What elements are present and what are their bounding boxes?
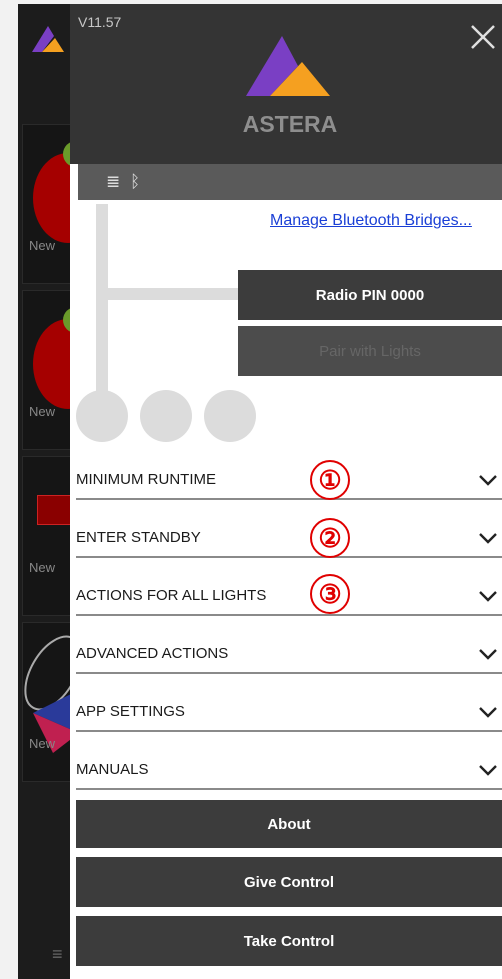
bluetooth-status-bar: ≣ ᛒ <box>78 164 502 200</box>
about-button[interactable]: About <box>76 800 502 848</box>
chevron-down-icon <box>479 475 497 486</box>
light-node <box>204 390 256 442</box>
section-manuals[interactable]: MANUALS <box>76 734 502 790</box>
chevron-down-icon <box>479 765 497 776</box>
chevron-down-icon <box>479 591 497 602</box>
light-node <box>76 390 128 442</box>
drawer-header: V11.57 ASTERA <box>70 4 502 164</box>
chevron-down-icon <box>479 649 497 660</box>
bluetooth-off-icon: ᛒ <box>130 172 141 191</box>
annotation-marker-1: ① <box>310 460 350 500</box>
section-advanced-actions[interactable]: ADVANCED ACTIONS <box>76 618 502 674</box>
chevron-down-icon <box>479 533 497 544</box>
manage-bluetooth-bridges-link[interactable]: Manage Bluetooth Bridges... <box>270 212 472 230</box>
give-control-button[interactable]: Give Control <box>76 857 502 907</box>
background-app: New New New New ≡ <box>18 4 78 979</box>
section-app-settings[interactable]: APP SETTINGS <box>76 676 502 732</box>
pair-with-lights-button[interactable]: Pair with Lights <box>238 326 502 376</box>
chevron-down-icon <box>479 707 497 718</box>
take-control-button[interactable]: Take Control <box>76 916 502 966</box>
astera-logo: ASTERA <box>243 36 338 137</box>
section-minimum-runtime[interactable]: MINIMUM RUNTIME <box>76 444 502 500</box>
section-enter-standby[interactable]: ENTER STANDBY <box>76 502 502 558</box>
astera-logo-small-icon <box>32 26 64 52</box>
light-node <box>140 390 192 442</box>
annotation-marker-2: ② <box>310 518 350 558</box>
radio-pin-button[interactable]: Radio PIN 0000 <box>238 270 502 320</box>
annotation-marker-3: ③ <box>310 574 350 614</box>
version-label: V11.57 <box>78 14 122 30</box>
side-drawer: V11.57 ASTERA ≣ ᛒ Manage Bluetooth Bridg… <box>70 4 502 979</box>
close-icon[interactable] <box>468 22 498 52</box>
connection-line <box>96 204 108 402</box>
svg-text:ASTERA: ASTERA <box>243 111 338 137</box>
light-bulb-icon: ≣ <box>106 172 121 191</box>
section-actions-for-all-lights[interactable]: ACTIONS FOR ALL LIGHTS <box>76 560 502 616</box>
menu-icon: ≡ <box>52 944 63 964</box>
connection-line <box>96 288 238 300</box>
